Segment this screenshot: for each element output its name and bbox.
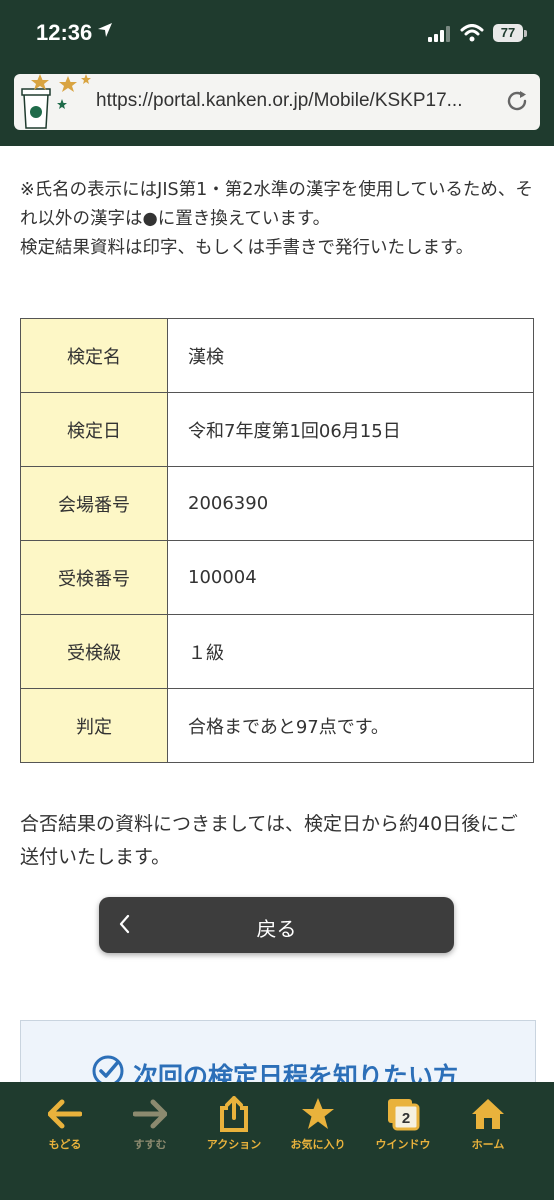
windows-count: 2 — [402, 1110, 410, 1127]
table-row: 判定 合格まであと97点です。 — [20, 688, 534, 763]
row-value-venue-number: 2006390 — [167, 466, 534, 541]
home-icon — [448, 1096, 528, 1132]
toolbar-back-label: もどる — [48, 1138, 82, 1151]
arrow-right-icon — [110, 1096, 190, 1132]
toolbar-favorites-label: お気に入り — [290, 1138, 346, 1151]
shipping-note: 合否結果の資料につきましては、検定日から約40日後にご送付いたします。 — [20, 813, 518, 868]
toolbar-windows-label: ウインドウ — [375, 1138, 431, 1151]
share-icon — [194, 1096, 274, 1132]
toolbar-favorites-button[interactable]: お気に入り — [278, 1096, 358, 1152]
exam-result-table: 検定名 漢検 検定日 令和7年度第1回06月15日 会場番号 2006390 受… — [20, 318, 534, 763]
row-value-examinee-number: 100004 — [167, 540, 534, 615]
back-button[interactable]: 戻る — [99, 897, 454, 953]
table-row: 会場番号 2006390 — [20, 466, 534, 541]
table-row: 受検級 １級 — [20, 614, 534, 689]
browser-url-area: https://portal.kanken.or.jp/Mobile/KSKP1… — [0, 66, 554, 146]
row-key-exam-date: 検定日 — [20, 392, 168, 467]
toolbar-home-label: ホーム — [471, 1138, 505, 1151]
row-key-venue-number: 会場番号 — [20, 466, 168, 541]
star-icon — [278, 1096, 358, 1132]
url-bar[interactable]: https://portal.kanken.or.jp/Mobile/KSKP1… — [14, 74, 540, 130]
row-value-exam-name: 漢検 — [167, 318, 534, 393]
battery-icon: 77 — [493, 24, 523, 42]
url-text[interactable]: https://portal.kanken.or.jp/Mobile/KSKP1… — [96, 90, 462, 112]
notice-line-2: 検定結果資料は印字、もしくは手書きで発行いたします。 — [20, 238, 474, 258]
table-row: 検定名 漢検 — [20, 318, 534, 393]
toolbar-back-button[interactable]: もどる — [25, 1096, 105, 1152]
name-display-notice: ※氏名の表示にはJIS第1・第2水準の漢字を使用しているため、それ以外の漢字は●… — [20, 176, 536, 263]
reload-icon[interactable] — [504, 88, 530, 118]
arrow-left-icon — [25, 1096, 105, 1132]
row-key-exam-name: 検定名 — [20, 318, 168, 393]
app-logo-icon — [18, 72, 98, 136]
toolbar-action-button[interactable]: アクション — [194, 1096, 274, 1152]
row-key-grade: 受検級 — [20, 614, 168, 689]
toolbar-forward-label: すすむ — [133, 1138, 167, 1151]
battery-tip — [524, 30, 527, 37]
cellular-signal-icon — [428, 26, 454, 46]
notice-line-1: ※氏名の表示にはJIS第1・第2水準の漢字を使用しているため、それ以外の漢字は●… — [20, 180, 533, 229]
status-bar: 12:36 77 — [0, 0, 554, 66]
row-key-judgement: 判定 — [20, 688, 168, 763]
back-button-label: 戻る — [256, 917, 297, 941]
row-value-judgement: 合格まであと97点です。 — [167, 688, 534, 763]
bottom-toolbar: もどる すすむ アクション お気に入り 2 ウインドウ ホーム — [0, 1082, 554, 1200]
toolbar-home-button[interactable]: ホーム — [448, 1096, 528, 1152]
location-arrow-icon — [97, 22, 113, 42]
toolbar-windows-button[interactable]: 2 ウインドウ — [363, 1096, 443, 1152]
row-value-exam-date: 令和7年度第1回06月15日 — [167, 392, 534, 467]
row-key-examinee-number: 受検番号 — [20, 540, 168, 615]
toolbar-forward-button[interactable]: すすむ — [110, 1096, 190, 1152]
toolbar-action-label: アクション — [206, 1138, 262, 1151]
status-time: 12:36 — [36, 20, 93, 45]
row-value-grade: １級 — [167, 614, 534, 689]
windows-icon: 2 — [363, 1096, 443, 1132]
wifi-icon — [460, 24, 484, 46]
table-row: 受検番号 100004 — [20, 540, 534, 615]
table-row: 検定日 令和7年度第1回06月15日 — [20, 392, 534, 467]
